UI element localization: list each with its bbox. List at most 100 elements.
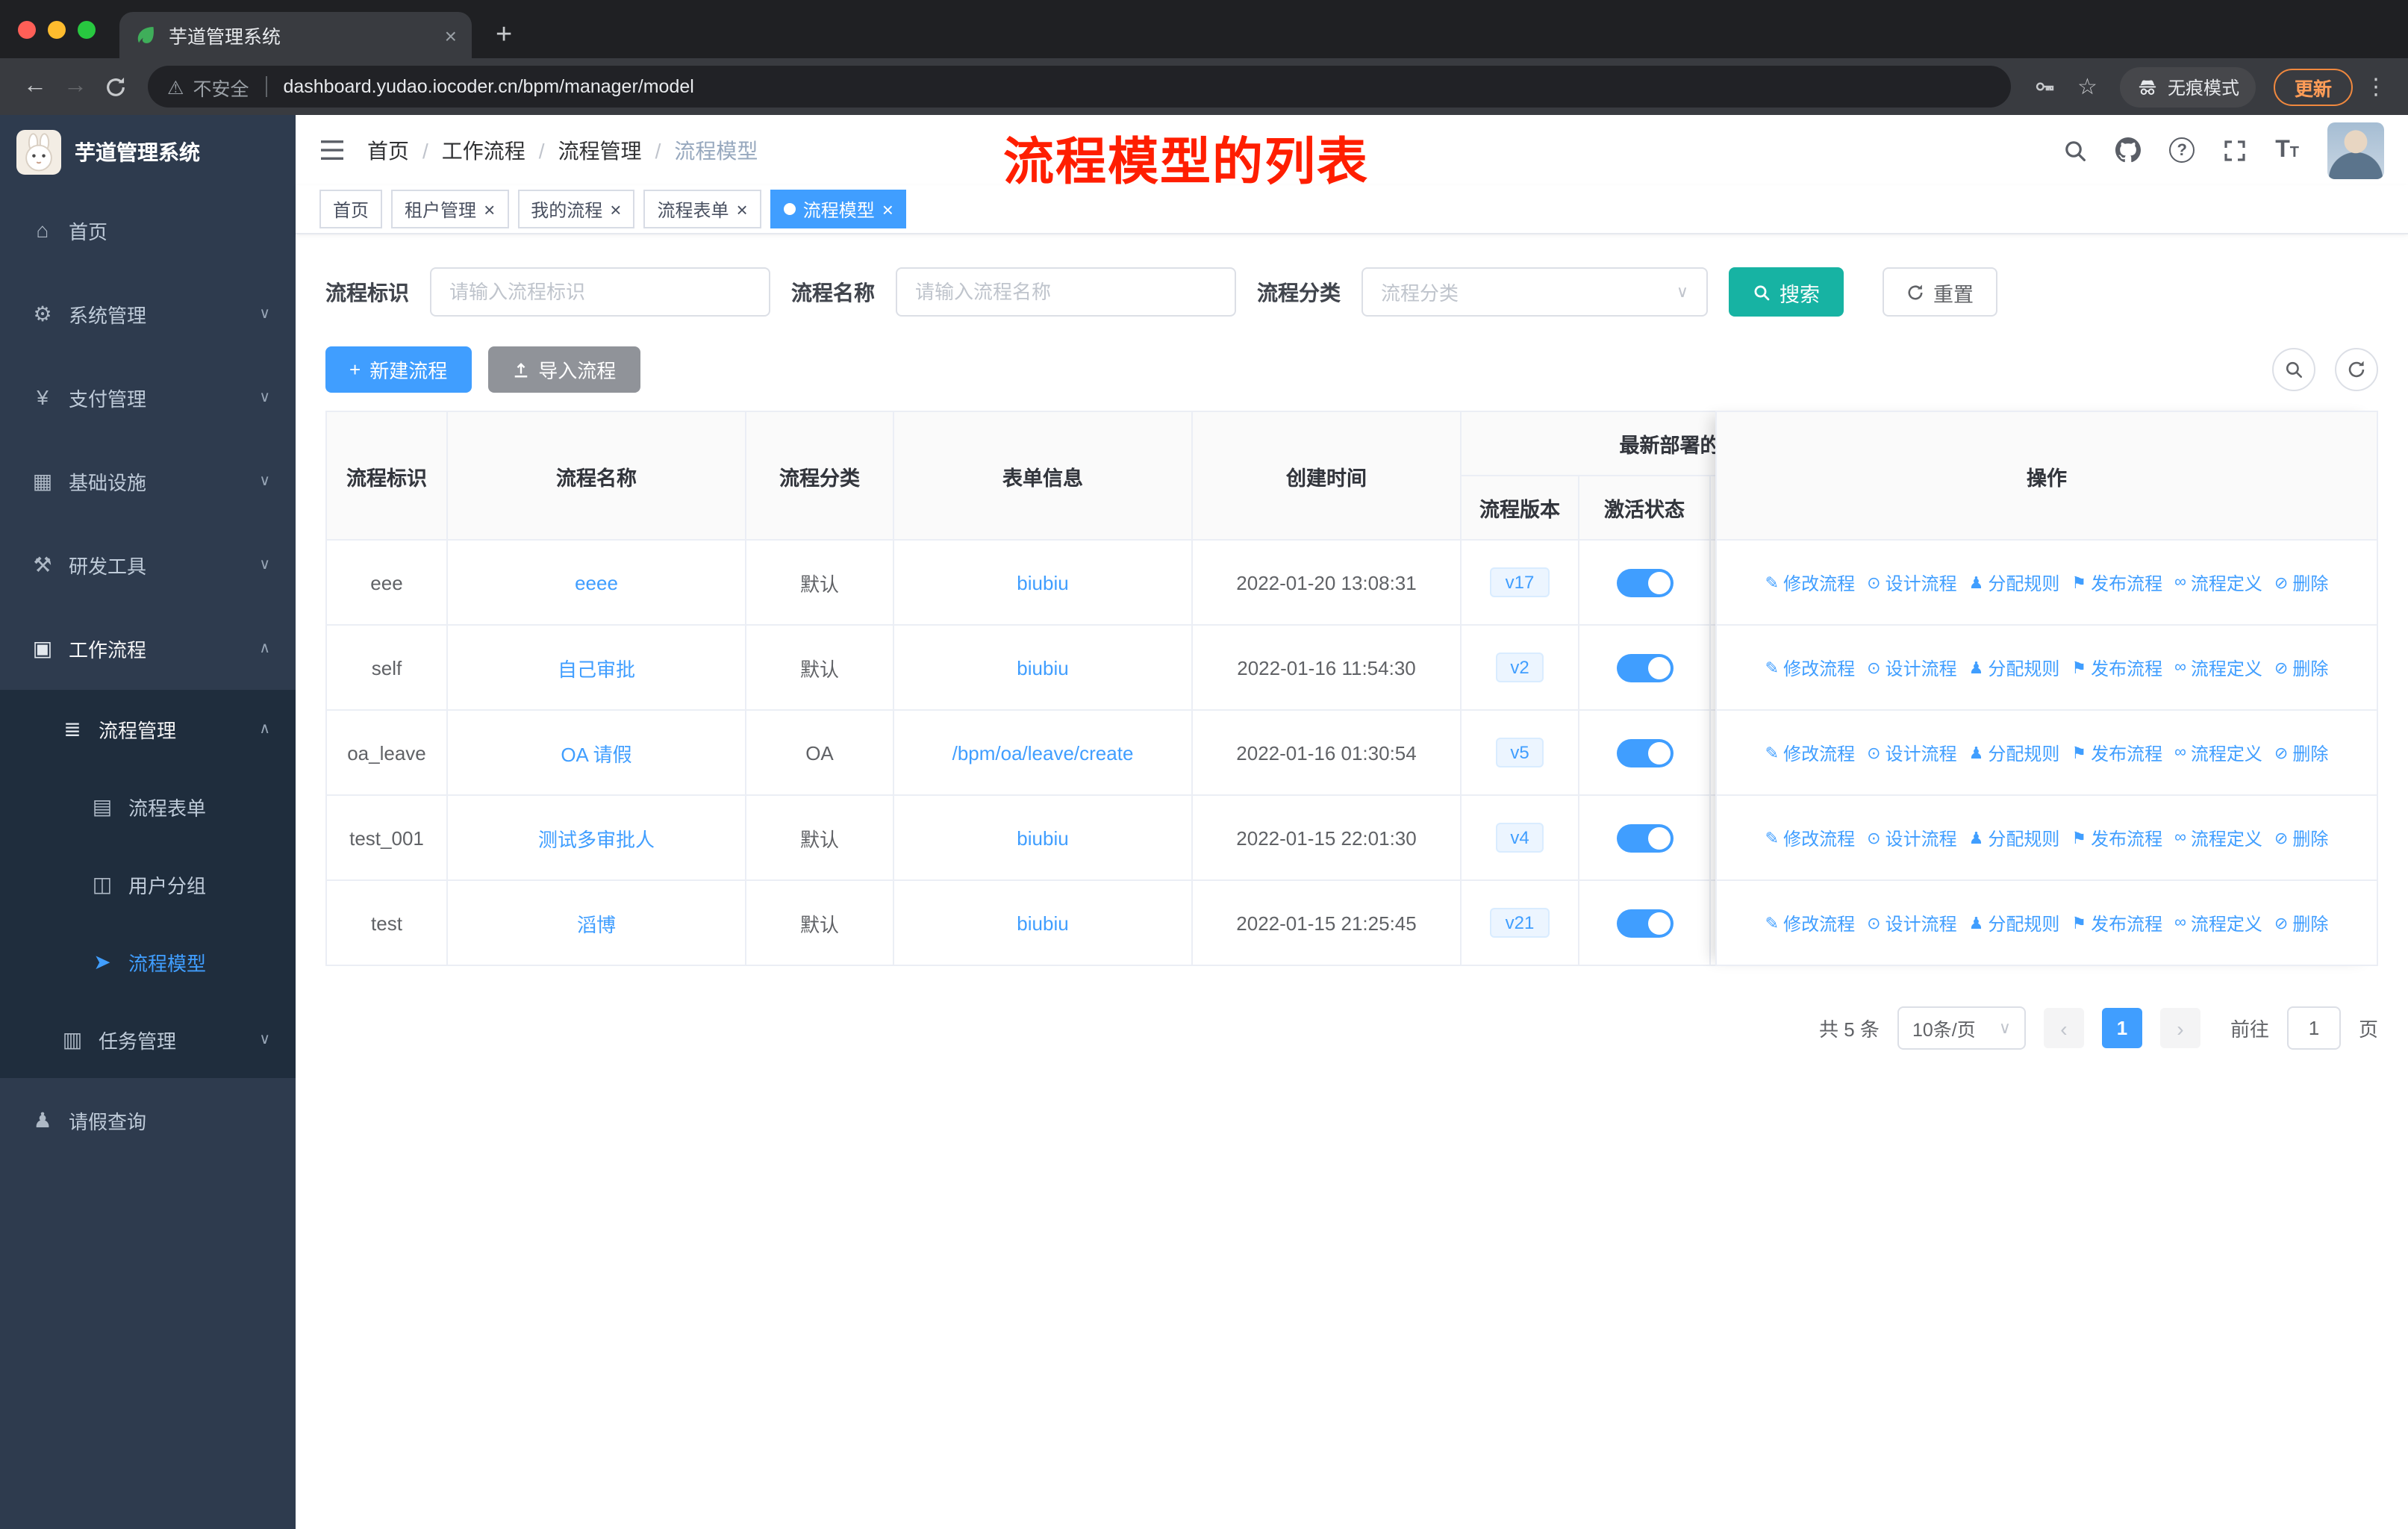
action-assign-rule[interactable]: ♟ 分配规则 xyxy=(1969,655,2060,680)
form-link[interactable]: biubiu xyxy=(1017,826,1068,849)
action-assign-rule[interactable]: ♟ 分配规则 xyxy=(1969,570,2060,595)
action-definition[interactable]: ∞ 流程定义 xyxy=(2174,910,2262,935)
font-size-icon[interactable]: TT xyxy=(2275,137,2299,162)
refresh-table-button[interactable] xyxy=(2335,348,2378,391)
sidebar-item-infrastructure[interactable]: ▦ 基础设施 ∨ xyxy=(0,439,296,523)
action-edit[interactable]: ✎ 修改流程 xyxy=(1765,570,1855,595)
action-assign-rule[interactable]: ♟ 分配规则 xyxy=(1969,910,2060,935)
help-icon[interactable]: ? xyxy=(2169,137,2195,163)
sidebar-item-home[interactable]: ⌂ 首页 xyxy=(0,188,296,272)
sidebar-item-process-form[interactable]: ▤ 流程表单 xyxy=(0,767,296,845)
tag-close-icon[interactable]: × xyxy=(484,199,495,219)
action-design[interactable]: ⊙ 设计流程 xyxy=(1867,910,1956,935)
breadcrumb-item[interactable]: 流程管理 xyxy=(558,135,642,165)
action-design[interactable]: ⊙ 设计流程 xyxy=(1867,740,1956,765)
process-category-select[interactable]: 流程分类 ∨ xyxy=(1361,267,1708,317)
create-process-button[interactable]: + 新建流程 xyxy=(325,346,472,393)
active-toggle[interactable] xyxy=(1616,823,1673,852)
process-name-input[interactable] xyxy=(896,267,1236,317)
active-toggle[interactable] xyxy=(1616,653,1673,682)
nav-tag[interactable]: 流程模型 × xyxy=(770,190,907,228)
window-close-button[interactable] xyxy=(18,20,36,38)
action-definition[interactable]: ∞ 流程定义 xyxy=(2174,570,2262,595)
action-edit[interactable]: ✎ 修改流程 xyxy=(1765,655,1855,680)
action-edit[interactable]: ✎ 修改流程 xyxy=(1765,740,1855,765)
action-delete[interactable]: ⊘ 删除 xyxy=(2274,825,2328,850)
sidebar-item-system-management[interactable]: ⚙ 系统管理 ∨ xyxy=(0,272,296,355)
action-publish[interactable]: ⚑ 发布流程 xyxy=(2071,740,2162,765)
password-key-icon[interactable] xyxy=(2033,75,2056,99)
browser-menu-icon[interactable]: ⋮ xyxy=(2365,73,2387,100)
action-publish[interactable]: ⚑ 发布流程 xyxy=(2071,570,2162,595)
address-field[interactable]: ⚠ 不安全 dashboard.yudao.iocoder.cn/bpm/man… xyxy=(148,66,2011,108)
action-assign-rule[interactable]: ♟ 分配规则 xyxy=(1969,825,2060,850)
process-name-link[interactable]: 自己审批 xyxy=(558,658,635,680)
nav-tag[interactable]: 我的流程 × xyxy=(517,190,635,228)
action-design[interactable]: ⊙ 设计流程 xyxy=(1867,825,1956,850)
window-zoom-button[interactable] xyxy=(78,20,96,38)
breadcrumb-item[interactable]: 首页 xyxy=(367,135,409,165)
tag-close-icon[interactable]: × xyxy=(882,199,893,219)
goto-page-input[interactable] xyxy=(2286,1006,2341,1050)
user-avatar[interactable] xyxy=(2327,122,2384,178)
window-minimize-button[interactable] xyxy=(48,20,66,38)
active-toggle[interactable] xyxy=(1616,568,1673,597)
tab-close-icon[interactable]: × xyxy=(445,23,457,47)
action-delete[interactable]: ⊘ 删除 xyxy=(2274,740,2328,765)
action-edit[interactable]: ✎ 修改流程 xyxy=(1765,910,1855,935)
action-delete[interactable]: ⊘ 删除 xyxy=(2274,910,2328,935)
reload-button[interactable] xyxy=(96,66,136,107)
action-design[interactable]: ⊙ 设计流程 xyxy=(1867,655,1956,680)
action-publish[interactable]: ⚑ 发布流程 xyxy=(2071,655,2162,680)
action-definition[interactable]: ∞ 流程定义 xyxy=(2174,655,2262,680)
import-process-button[interactable]: 导入流程 xyxy=(487,346,640,393)
sidebar-item-leave-query[interactable]: ♟ 请假查询 xyxy=(0,1078,296,1162)
action-delete[interactable]: ⊘ 删除 xyxy=(2274,655,2328,680)
nav-tag[interactable]: 首页 xyxy=(319,190,383,228)
page-1-button[interactable]: 1 xyxy=(2101,1008,2142,1048)
browser-tab[interactable]: 芋道管理系统 × xyxy=(119,12,472,58)
form-link[interactable]: /bpm/oa/leave/create xyxy=(952,741,1134,764)
action-design[interactable]: ⊙ 设计流程 xyxy=(1867,570,1956,595)
process-key-input[interactable] xyxy=(430,267,770,317)
github-icon[interactable] xyxy=(2115,137,2142,163)
action-publish[interactable]: ⚑ 发布流程 xyxy=(2071,910,2162,935)
tag-close-icon[interactable]: × xyxy=(610,199,621,219)
action-definition[interactable]: ∞ 流程定义 xyxy=(2174,825,2262,850)
fullscreen-icon[interactable] xyxy=(2223,138,2247,162)
nav-tag[interactable]: 租户管理 × xyxy=(391,190,509,228)
form-link[interactable]: biubiu xyxy=(1017,656,1068,679)
breadcrumb-item[interactable]: 工作流程 xyxy=(442,135,525,165)
search-button[interactable]: 搜索 xyxy=(1729,267,1844,317)
nav-tag[interactable]: 流程表单 × xyxy=(643,190,761,228)
action-delete[interactable]: ⊘ 删除 xyxy=(2274,570,2328,595)
forward-button[interactable]: → xyxy=(55,66,96,107)
search-icon[interactable] xyxy=(2063,138,2087,162)
process-name-link[interactable]: eeee xyxy=(575,571,618,594)
reset-button[interactable]: 重置 xyxy=(1883,267,1997,317)
action-assign-rule[interactable]: ♟ 分配规则 xyxy=(1969,740,2060,765)
process-name-link[interactable]: 滔博 xyxy=(577,913,616,935)
action-definition[interactable]: ∞ 流程定义 xyxy=(2174,740,2262,765)
action-edit[interactable]: ✎ 修改流程 xyxy=(1765,825,1855,850)
process-name-link[interactable]: OA 请假 xyxy=(561,743,631,765)
sidebar-item-workflow[interactable]: ▣ 工作流程 ∧ xyxy=(0,606,296,690)
sidebar-item-process-management[interactable]: ≣ 流程管理 ∧ xyxy=(0,690,296,767)
bookmark-star-icon[interactable]: ☆ xyxy=(2077,73,2097,100)
sidebar-item-payment-management[interactable]: ¥ 支付管理 ∨ xyxy=(0,355,296,439)
form-link[interactable]: biubiu xyxy=(1017,571,1068,594)
process-name-link[interactable]: 测试多审批人 xyxy=(538,828,655,850)
toggle-search-button[interactable] xyxy=(2272,348,2315,391)
update-button[interactable]: 更新 xyxy=(2273,68,2353,105)
sidebar-toggle-icon[interactable] xyxy=(319,139,345,161)
next-page-button[interactable]: › xyxy=(2159,1008,2200,1048)
sidebar-item-user-group[interactable]: ◫ 用户分组 xyxy=(0,845,296,923)
active-toggle[interactable] xyxy=(1616,909,1673,937)
active-toggle[interactable] xyxy=(1616,738,1673,767)
page-size-select[interactable]: 10条/页 ∨ xyxy=(1897,1006,2026,1050)
action-publish[interactable]: ⚑ 发布流程 xyxy=(2071,825,2162,850)
sidebar-item-task-management[interactable]: ▥ 任务管理 ∨ xyxy=(0,1000,296,1078)
form-link[interactable]: biubiu xyxy=(1017,912,1068,934)
sidebar-item-process-model[interactable]: ➤ 流程模型 xyxy=(0,923,296,1000)
prev-page-button[interactable]: ‹ xyxy=(2043,1008,2084,1048)
